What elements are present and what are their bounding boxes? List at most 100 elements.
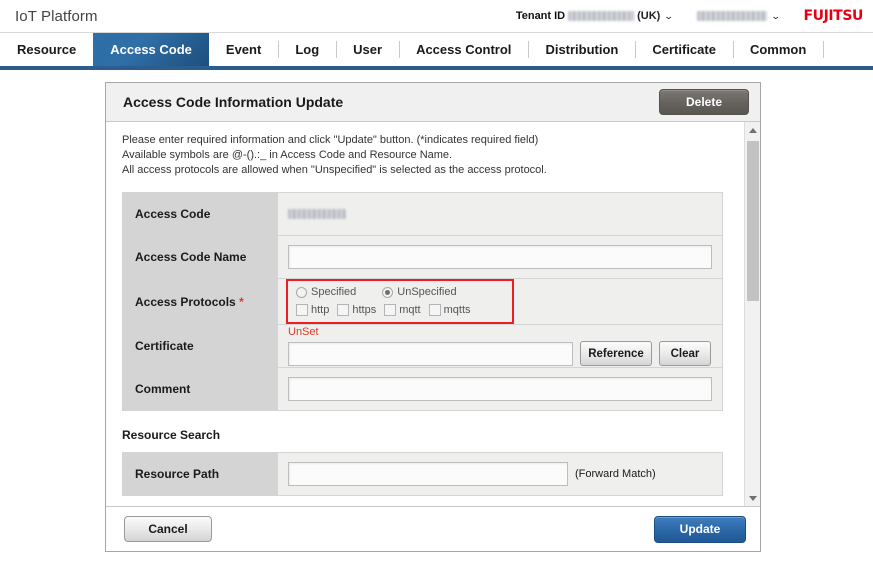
checkbox-label: https <box>352 304 377 316</box>
checkbox-icon[interactable] <box>428 304 441 316</box>
checkbox-http[interactable]: http <box>296 304 329 316</box>
resource-path-input[interactable] <box>288 462 568 486</box>
table-row-access-code-name: Access Code Name <box>122 235 723 279</box>
resource-search-heading: Resource Search <box>122 428 221 442</box>
cancel-button[interactable]: Cancel <box>124 516 212 542</box>
panel-body: Please enter required information and cl… <box>106 122 760 496</box>
panel-scrollbar[interactable] <box>744 122 760 506</box>
field-value-access-protocols: Specified UnSpecified http https mqtt mq… <box>277 278 723 325</box>
nav-tab-label: Access Control <box>416 42 512 57</box>
checkbox-https[interactable]: https <box>337 304 376 316</box>
nav-tab-event[interactable]: Event <box>209 33 278 66</box>
comment-input[interactable] <box>288 377 712 401</box>
field-value-comment <box>277 367 723 411</box>
radio-icon[interactable] <box>296 286 307 298</box>
radio-label: Specified <box>311 286 357 298</box>
nav-tab-label: Resource <box>17 42 77 57</box>
instruction-line-3: All access protocols are allowed when "U… <box>122 164 547 176</box>
nav-tab-label: Distribution <box>545 42 619 57</box>
certificate-clear-button[interactable]: Clear <box>659 341 711 366</box>
field-label-certificate: Certificate <box>122 324 278 368</box>
table-row-certificate: Certificate UnSet Reference Clear <box>122 324 723 368</box>
resource-search-form: Resource Path (Forward Match) <box>122 452 723 496</box>
user-menu[interactable]: ⌄ <box>696 11 781 22</box>
panel-footer: Cancel Update <box>106 506 760 551</box>
scrollbar-thumb[interactable] <box>747 141 759 301</box>
tenant-selector[interactable]: Tenant ID (UK) ⌄ <box>515 10 674 22</box>
top-header-bar: IoT Platform Tenant ID (UK) ⌄ ⌄ FUJITSU <box>0 0 873 33</box>
field-label-access-protocols: Access Protocols * <box>122 278 278 325</box>
required-marker: * <box>239 294 244 309</box>
access-code-update-panel: Access Code Information Update Delete Pl… <box>105 82 761 552</box>
resource-path-controls: (Forward Match) <box>288 462 712 486</box>
scroll-up-button[interactable] <box>745 122 760 138</box>
app-title: IoT Platform <box>15 7 98 25</box>
tenant-region-label: (UK) <box>637 10 661 22</box>
field-value-access-code-name <box>277 235 723 279</box>
page-content: Access Code Information Update Delete Pl… <box>0 70 873 572</box>
field-value-certificate: UnSet Reference Clear <box>277 324 723 368</box>
nav-tab-user[interactable]: User <box>336 33 399 66</box>
field-label-access-code-name: Access Code Name <box>122 235 278 279</box>
chevron-down-icon[interactable]: ⌄ <box>664 11 674 22</box>
checkbox-label: mqtts <box>443 304 471 316</box>
checkbox-icon[interactable] <box>337 304 350 316</box>
chevron-down-icon[interactable]: ⌄ <box>771 11 781 22</box>
nav-tab-label: Certificate <box>652 42 716 57</box>
table-row-comment: Comment <box>122 367 723 411</box>
radio-specified[interactable]: Specified <box>296 286 356 298</box>
page-title: Access Code Information Update <box>123 94 344 110</box>
nav-tab-distribution[interactable]: Distribution <box>528 33 635 66</box>
field-label-access-code: Access Code <box>122 192 278 236</box>
nav-tab-label: Log <box>295 42 320 57</box>
panel-scroll-region: Please enter required information and cl… <box>106 122 760 506</box>
certificate-controls: Reference Clear <box>288 341 712 366</box>
field-label-resource-path: Resource Path <box>122 452 278 496</box>
access-protocols-label: Access Protocols <box>135 294 236 309</box>
tenant-id-value-redacted <box>568 11 635 21</box>
nav-tab-log[interactable]: Log <box>278 33 336 66</box>
header-right-group: Tenant ID (UK) ⌄ ⌄ FUJITSU <box>516 8 873 24</box>
checkbox-mqtt[interactable]: mqtt <box>384 304 421 316</box>
nav-tab-access-control[interactable]: Access Control <box>399 33 528 66</box>
field-value-access-code <box>277 192 723 236</box>
user-name-redacted <box>696 11 767 21</box>
field-value-resource-path: (Forward Match) <box>277 452 723 496</box>
chevron-up-icon <box>749 127 757 133</box>
panel-header: Access Code Information Update Delete <box>106 83 760 122</box>
tenant-id-label: Tenant ID <box>515 10 566 22</box>
delete-button[interactable]: Delete <box>659 89 749 115</box>
access-code-value-redacted <box>288 208 346 219</box>
nav-tab-label: Common <box>749 42 807 57</box>
table-row-resource-path: Resource Path (Forward Match) <box>122 452 723 496</box>
radio-label: UnSpecified <box>397 286 457 298</box>
scroll-down-button[interactable] <box>745 490 760 506</box>
checkbox-icon[interactable] <box>296 304 308 316</box>
main-navigation: Resource Access Code Event Log User Acce… <box>0 33 873 70</box>
instruction-line-2: Available symbols are @-().:_ in Access … <box>122 149 453 161</box>
checkbox-icon[interactable] <box>384 304 397 316</box>
nav-tab-resource[interactable]: Resource <box>0 33 93 66</box>
access-code-name-input[interactable] <box>288 245 712 269</box>
certificate-status-label: UnSet <box>288 326 319 338</box>
nav-tab-certificate[interactable]: Certificate <box>635 33 733 66</box>
protocol-checkbox-group: http https mqtt mqtts <box>296 304 504 316</box>
protocol-mode-radio-group: Specified UnSpecified <box>296 286 504 298</box>
fujitsu-logo: FUJITSU <box>803 8 863 24</box>
nav-tab-access-code[interactable]: Access Code <box>93 33 209 66</box>
certificate-input[interactable] <box>288 341 573 366</box>
table-row-access-protocols: Access Protocols * Specified UnSpecified… <box>122 278 723 325</box>
nav-tab-label: Access Code <box>110 42 192 57</box>
certificate-reference-button[interactable]: Reference <box>580 341 652 366</box>
checkbox-mqtts[interactable]: mqtts <box>428 304 471 316</box>
forward-match-hint: (Forward Match) <box>575 468 656 480</box>
access-protocols-highlight-box: Specified UnSpecified http https mqtt mq… <box>286 279 514 324</box>
radio-unspecified[interactable]: UnSpecified <box>382 286 457 298</box>
nav-divider <box>823 41 825 58</box>
checkbox-label: mqtt <box>399 304 421 316</box>
update-button[interactable]: Update <box>654 515 746 543</box>
nav-tab-label: Event <box>225 42 262 57</box>
instructions-text: Please enter required information and cl… <box>122 133 739 178</box>
nav-tab-common[interactable]: Common <box>732 33 823 66</box>
radio-selected-icon[interactable] <box>382 286 394 298</box>
